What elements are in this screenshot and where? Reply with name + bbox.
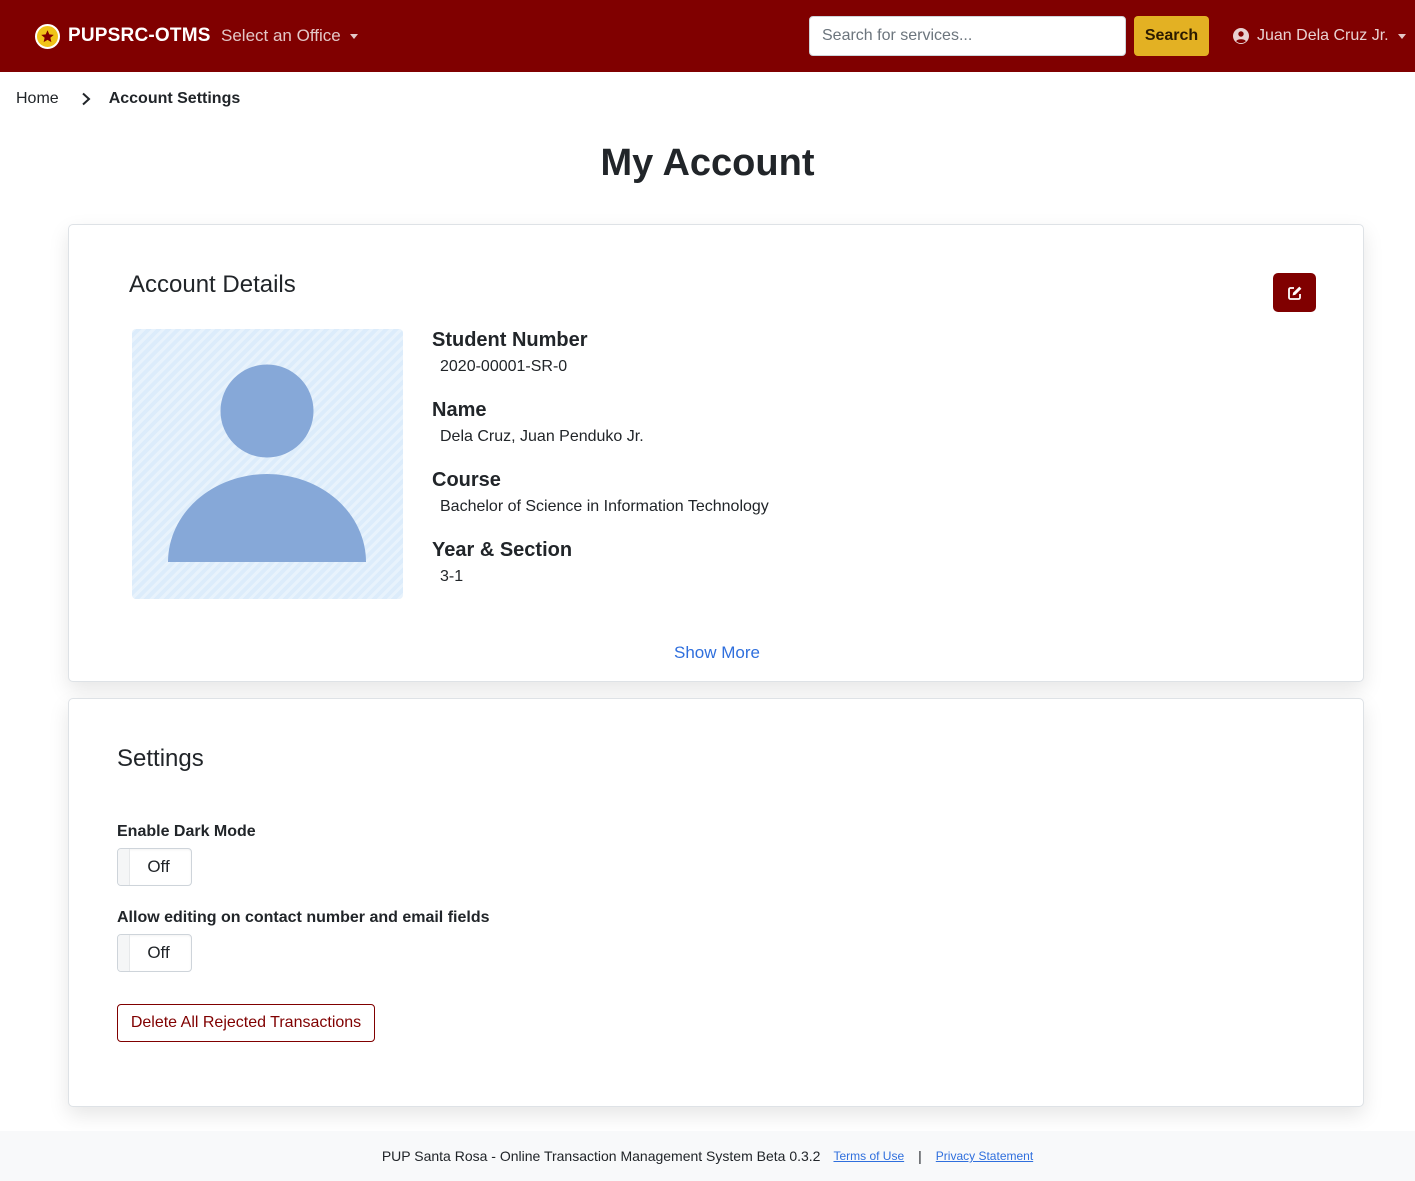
- dark-mode-label: Enable Dark Mode: [117, 823, 256, 840]
- user-placeholder-icon: [168, 364, 366, 562]
- allow-edit-state: Off: [147, 943, 170, 962]
- footer-separator: |: [918, 1148, 922, 1164]
- user-circle-icon: [1233, 28, 1249, 44]
- delete-rejected-transactions-button[interactable]: Delete All Rejected Transactions: [117, 1004, 375, 1042]
- dark-mode-toggle[interactable]: Off: [117, 848, 192, 886]
- footer: PUP Santa Rosa - Online Transaction Mana…: [0, 1131, 1415, 1181]
- breadcrumb-current: Account Settings: [108, 90, 241, 107]
- office-dropdown-label: Select an Office: [221, 26, 341, 45]
- brand-name: PUPSRC-OTMS: [68, 25, 211, 46]
- toggle-knob: [118, 935, 130, 971]
- top-navbar: PUPSRC-OTMS Select an Office Search Juan…: [0, 0, 1415, 72]
- dark-mode-state: Off: [147, 857, 170, 876]
- profile-picture: [132, 329, 403, 599]
- office-dropdown[interactable]: Select an Office: [221, 24, 358, 48]
- user-menu-dropdown[interactable]: Juan Dela Cruz Jr.: [1233, 24, 1406, 48]
- chevron-right-icon: [82, 92, 91, 106]
- search-input[interactable]: [809, 16, 1126, 56]
- account-details-title: Account Details: [129, 271, 296, 298]
- toggle-knob: [118, 849, 130, 885]
- year-section-value: 3-1: [440, 568, 464, 585]
- breadcrumb-home-link[interactable]: Home: [16, 90, 59, 108]
- settings-card: Settings Enable Dark Mode Off Allow edit…: [68, 698, 1364, 1107]
- student-number-label: Student Number: [432, 329, 588, 351]
- allow-edit-toggle[interactable]: Off: [117, 934, 192, 972]
- settings-title: Settings: [117, 745, 204, 772]
- footer-text: PUP Santa Rosa - Online Transaction Mana…: [381, 1148, 821, 1164]
- breadcrumb: Home Account Settings: [16, 88, 240, 110]
- edit-account-button[interactable]: [1273, 273, 1316, 312]
- year-section-label: Year & Section: [432, 539, 573, 561]
- student-number-value: 2020-00001-SR-0: [440, 358, 568, 375]
- brand-logo-icon: [35, 23, 60, 49]
- course-label: Course: [432, 469, 501, 491]
- course-value: Bachelor of Science in Information Techn…: [440, 498, 769, 515]
- chevron-down-icon: [349, 33, 358, 39]
- search-button[interactable]: Search: [1134, 16, 1209, 56]
- page-title: My Account: [600, 142, 815, 184]
- account-details-card: Account Details Student Number 2020-0000…: [68, 224, 1364, 682]
- chevron-down-icon: [1397, 33, 1406, 39]
- allow-edit-label: Allow editing on contact number and emai…: [117, 909, 490, 926]
- name-value: Dela Cruz, Juan Penduko Jr.: [440, 428, 644, 445]
- user-name: Juan Dela Cruz Jr.: [1257, 27, 1389, 44]
- show-more-link[interactable]: Show More: [69, 643, 1365, 663]
- terms-of-use-link[interactable]: Terms of Use: [833, 1149, 904, 1163]
- name-label: Name: [432, 399, 487, 421]
- brand-link[interactable]: PUPSRC-OTMS: [35, 22, 211, 50]
- privacy-statement-link[interactable]: Privacy Statement: [936, 1149, 1033, 1163]
- edit-icon: [1287, 286, 1301, 300]
